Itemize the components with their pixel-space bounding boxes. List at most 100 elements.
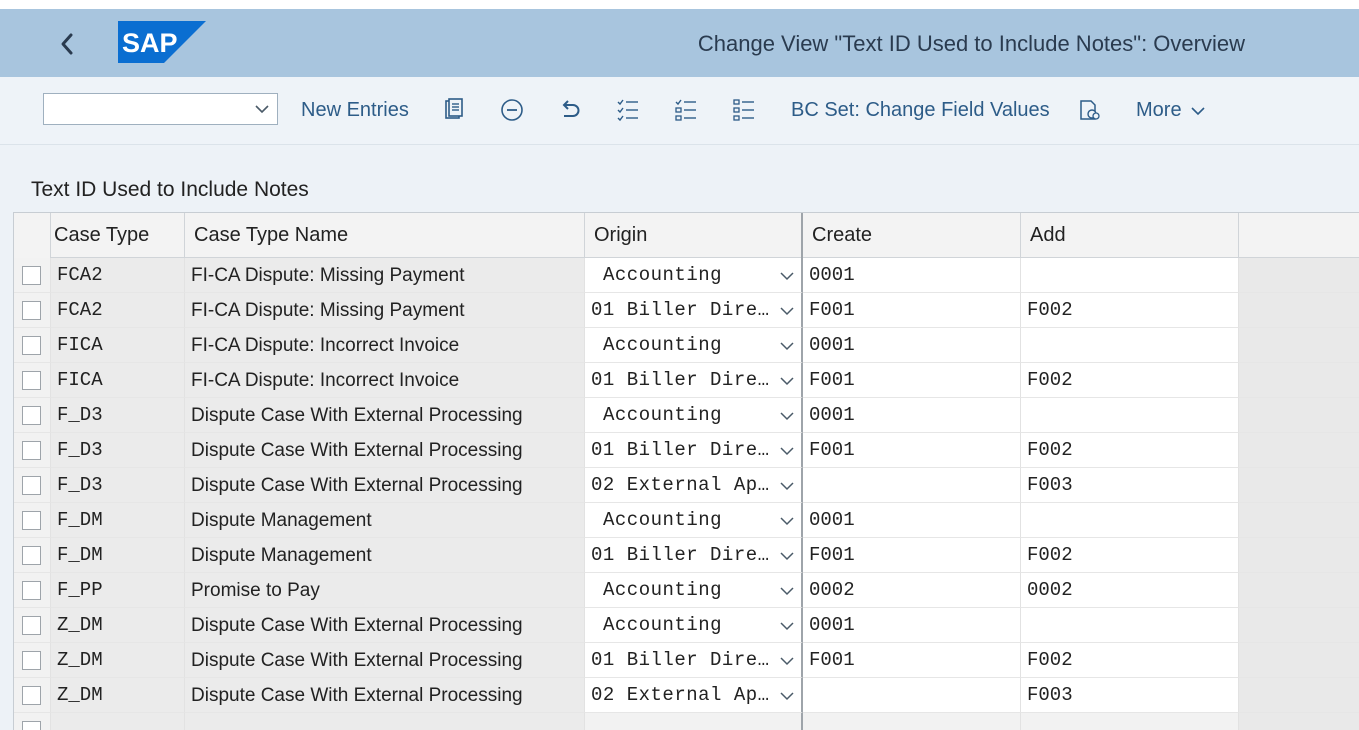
origin-dropdown[interactable]: Accounting (585, 398, 803, 433)
table-row: FCA2 FI-CA Dispute: Missing Payment 01 Bil… (14, 293, 1359, 328)
add-text-id-input[interactable]: 0002 (1021, 573, 1239, 608)
add-text-id-input[interactable] (1021, 258, 1239, 293)
bc-set-change-field-values-button[interactable]: BC Set: Change Field Values (791, 99, 1050, 122)
row-select-checkbox[interactable] (22, 301, 41, 320)
copy-icon (445, 98, 463, 119)
origin-dropdown[interactable]: 01 Biller Dire… (585, 538, 803, 573)
row-select-checkbox[interactable] (22, 686, 41, 705)
row-select-checkbox[interactable] (22, 616, 41, 635)
create-text-id-input[interactable]: 0001 (803, 503, 1021, 538)
command-field-dropdown[interactable] (43, 93, 278, 125)
row-selector-cell (14, 713, 51, 730)
row-select-checkbox[interactable] (22, 581, 41, 600)
case-type-name-cell: FI-CA Dispute: Missing Payment (185, 293, 585, 328)
column-header-origin[interactable]: Origin (585, 213, 803, 258)
create-text-id-input[interactable] (803, 468, 1021, 503)
origin-dropdown[interactable]: Accounting (585, 503, 803, 538)
toolbar: New Entries BC Set: Change Field Values … (0, 77, 1359, 145)
origin-dropdown[interactable]: 01 Biller Dire… (585, 643, 803, 678)
table-row: F_PP Promise to Pay Accounting 0002 0002 (14, 573, 1359, 608)
row-select-checkbox[interactable] (22, 371, 41, 390)
add-text-id-input[interactable] (1021, 328, 1239, 363)
undo-button[interactable] (557, 97, 583, 123)
origin-value: 01 Biller Dire… (591, 369, 770, 391)
origin-value: Accounting (603, 579, 723, 601)
more-label: More (1136, 99, 1182, 121)
deselect-all-button[interactable] (673, 97, 699, 123)
row-select-checkbox[interactable] (22, 721, 41, 730)
add-text-id-input[interactable]: F002 (1021, 363, 1239, 398)
filler-cell (1239, 503, 1359, 538)
column-header-case-type[interactable]: Case Type (51, 213, 185, 258)
row-select-checkbox[interactable] (22, 651, 41, 670)
back-button[interactable] (52, 27, 84, 61)
case-type-cell: FCA2 (51, 258, 185, 293)
more-button[interactable]: More (1136, 99, 1206, 122)
copy-as-button[interactable] (441, 97, 467, 123)
select-column-header[interactable] (14, 213, 51, 258)
add-text-id-input[interactable]: F002 (1021, 643, 1239, 678)
row-select-checkbox[interactable] (22, 336, 41, 355)
column-header-create[interactable]: Create (803, 213, 1021, 258)
create-text-id-input[interactable]: 0001 (803, 328, 1021, 363)
origin-value: 01 Biller Dire… (591, 299, 770, 321)
delete-button[interactable] (499, 97, 525, 123)
add-text-id-input[interactable] (1021, 503, 1239, 538)
origin-dropdown[interactable]: 02 External Ap… (585, 468, 803, 503)
create-text-id-input[interactable]: F001 (803, 538, 1021, 573)
create-text-id-input[interactable]: 0001 (803, 608, 1021, 643)
create-text-id-input[interactable]: 0001 (803, 258, 1021, 293)
case-type-name-cell (185, 713, 585, 730)
origin-dropdown[interactable]: 02 External Ap… (585, 678, 803, 713)
origin-dropdown[interactable]: 01 Biller Dire… (585, 433, 803, 468)
origin-dropdown[interactable]: 01 Biller Dire… (585, 363, 803, 398)
row-select-checkbox[interactable] (22, 511, 41, 530)
origin-dropdown[interactable]: Accounting (585, 608, 803, 643)
row-select-checkbox[interactable] (22, 266, 41, 285)
create-text-id-input[interactable]: F001 (803, 643, 1021, 678)
column-header-add[interactable]: Add (1021, 213, 1239, 258)
section-title: Text ID Used to Include Notes (31, 178, 309, 201)
add-text-id-input[interactable] (1021, 398, 1239, 433)
add-text-id-input[interactable]: F002 (1021, 538, 1239, 573)
add-text-id-input[interactable]: F003 (1021, 468, 1239, 503)
select-all-button[interactable] (615, 97, 641, 123)
dropdown-arrow-icon (780, 517, 794, 526)
case-type-cell: F_PP (51, 573, 185, 608)
create-text-id-input (803, 713, 1021, 730)
create-text-id-input[interactable] (803, 678, 1021, 713)
row-select-checkbox[interactable] (22, 546, 41, 565)
row-selector-cell (14, 433, 51, 468)
table-row: F_DM Dispute Management 01 Biller Dire… F00… (14, 538, 1359, 573)
column-header-case-type-name[interactable]: Case Type Name (185, 213, 585, 258)
select-block-button[interactable] (731, 97, 757, 123)
row-select-checkbox[interactable] (22, 406, 41, 425)
origin-dropdown[interactable]: 01 Biller Dire… (585, 293, 803, 328)
create-text-id-input[interactable]: F001 (803, 433, 1021, 468)
add-text-id-input[interactable]: F002 (1021, 293, 1239, 328)
add-text-id-input[interactable] (1021, 608, 1239, 643)
row-select-checkbox[interactable] (22, 441, 41, 460)
case-type-name-cell: Dispute Case With External Processing (185, 608, 585, 643)
origin-dropdown[interactable]: Accounting (585, 328, 803, 363)
row-select-checkbox[interactable] (22, 476, 41, 495)
row-selector-cell (14, 573, 51, 608)
create-text-id-input[interactable]: 0002 (803, 573, 1021, 608)
case-type-name-cell: Dispute Case With External Processing (185, 433, 585, 468)
create-text-id-input[interactable]: F001 (803, 363, 1021, 398)
table-row: F_D3 Dispute Case With External Processin… (14, 468, 1359, 503)
origin-dropdown[interactable]: Accounting (585, 573, 803, 608)
new-entries-button[interactable]: New Entries (301, 99, 409, 122)
origin-dropdown[interactable]: Accounting (585, 258, 803, 293)
add-text-id-input[interactable]: F002 (1021, 433, 1239, 468)
column-header-filler (1239, 213, 1359, 258)
create-text-id-input[interactable]: 0001 (803, 398, 1021, 433)
table-row: Z_DM Dispute Case With External Processin… (14, 608, 1359, 643)
create-text-id-input[interactable]: F001 (803, 293, 1021, 328)
table-row: FICA FI-CA Dispute: Incorrect Invoice 01 B… (14, 363, 1359, 398)
add-text-id-input[interactable]: F003 (1021, 678, 1239, 713)
table-row: F_DM Dispute Management Accounting 0001 (14, 503, 1359, 538)
filler-cell (1239, 573, 1359, 608)
dropdown-arrow-icon (780, 307, 794, 316)
bc-set-button[interactable] (1077, 97, 1103, 123)
